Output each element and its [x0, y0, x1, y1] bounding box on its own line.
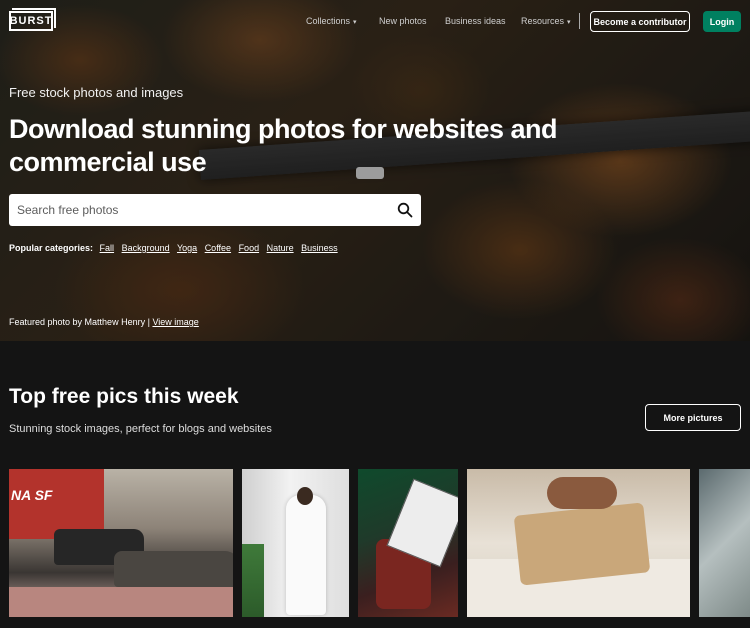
photo-thumbnail-open-book[interactable]	[467, 469, 690, 617]
thumb-plant	[242, 544, 264, 617]
photo-thumbnail-street-cars[interactable]: NA SF	[9, 469, 233, 617]
more-pictures-label: More pictures	[663, 412, 723, 423]
top-nav: BURST Collections ▾ New photos Business i…	[0, 0, 750, 42]
credit-separator: |	[147, 317, 150, 327]
category-link-nature[interactable]: Nature	[267, 243, 294, 253]
become-contributor-button[interactable]: Become a contributor	[590, 11, 690, 32]
section-subtitle: Stunning stock images, perfect for blogs…	[9, 423, 272, 435]
become-contributor-label: Become a contributor	[593, 16, 687, 27]
logo-text: BURST	[9, 15, 53, 27]
nav-resources[interactable]: Resources ▾	[521, 16, 571, 26]
nav-new-photos-label: New photos	[379, 16, 427, 26]
hero-headline: Download stunning photos for websites an…	[9, 114, 558, 177]
popular-categories: Popular categories: Fall Background Yoga…	[9, 243, 343, 253]
photo-thumbnail-partial[interactable]	[699, 469, 750, 617]
login-label: Login	[709, 16, 735, 27]
category-link-yoga[interactable]: Yoga	[177, 243, 197, 253]
category-link-fall[interactable]: Fall	[100, 243, 115, 253]
login-button[interactable]: Login	[703, 11, 741, 32]
nav-divider	[579, 13, 580, 29]
nav-new-photos[interactable]: New photos	[379, 16, 427, 26]
photo-thumbnail-woman-white[interactable]	[242, 469, 349, 617]
nav-business-ideas[interactable]: Business ideas	[445, 16, 506, 26]
categories-label: Popular categories:	[9, 243, 94, 253]
view-image-link[interactable]: View image	[152, 317, 198, 327]
section-title: Top free pics this week	[9, 385, 239, 408]
chevron-down-icon: ▾	[567, 19, 571, 26]
nav-business-ideas-label: Business ideas	[445, 16, 506, 26]
nav-resources-label: Resources	[521, 16, 565, 26]
hero-tagline: Free stock photos and images	[9, 85, 184, 100]
burst-logo[interactable]: BURST	[9, 8, 56, 31]
photo-thumbnail-reading-chair[interactable]	[358, 469, 458, 617]
thumb-open-book	[513, 502, 651, 586]
featured-photo-credit: Featured photo by Matthew Henry | View i…	[9, 317, 199, 327]
chevron-down-icon: ▾	[353, 19, 357, 26]
category-link-coffee[interactable]: Coffee	[205, 243, 231, 253]
thumb-street	[9, 587, 233, 617]
thumb-person	[286, 495, 326, 615]
storefront-sign: NA SF	[11, 487, 53, 503]
thumb-car	[114, 551, 233, 587]
search-input[interactable]	[9, 194, 389, 226]
nav-collections-label: Collections	[306, 16, 351, 26]
thumb-hand	[547, 477, 617, 509]
credit-text: Featured photo by Matthew Henry	[9, 317, 146, 327]
search-bar	[9, 194, 421, 226]
thumb-person-head	[297, 487, 313, 505]
category-link-food[interactable]: Food	[239, 243, 260, 253]
search-icon[interactable]	[397, 202, 413, 218]
nav-collections[interactable]: Collections ▾	[306, 16, 357, 26]
category-link-business[interactable]: Business	[301, 243, 338, 253]
more-pictures-button[interactable]: More pictures	[645, 404, 741, 431]
category-link-background[interactable]: Background	[122, 243, 170, 253]
